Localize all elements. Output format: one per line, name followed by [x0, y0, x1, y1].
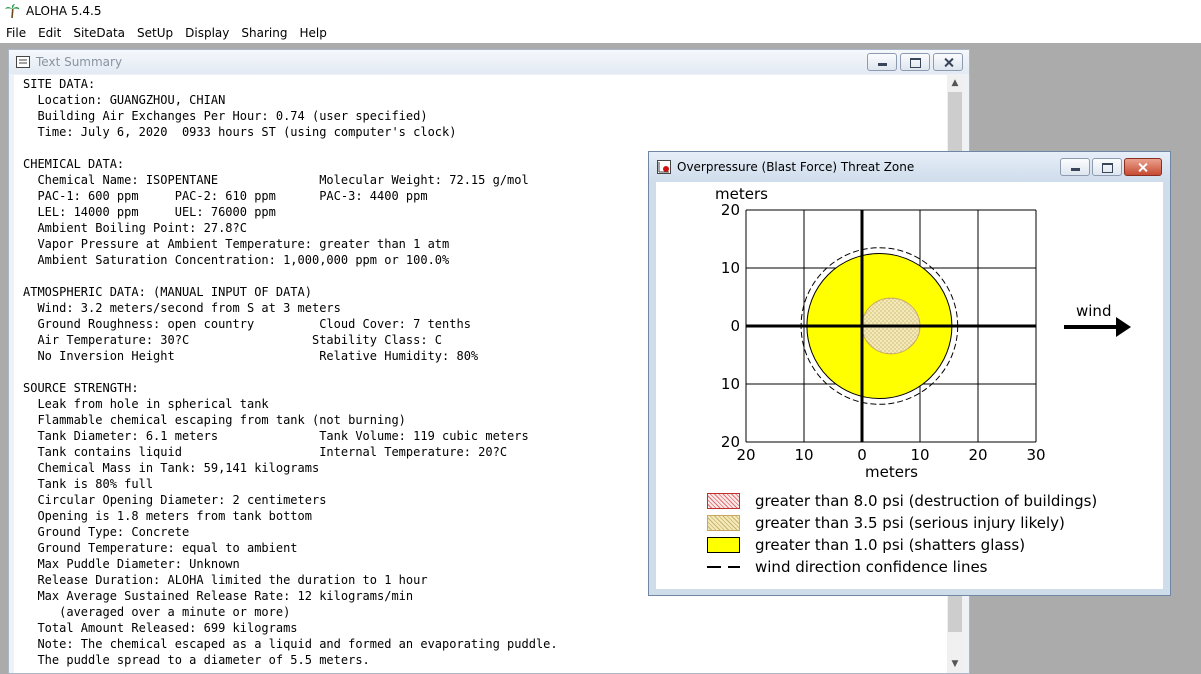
x-tick-label: 10 [910, 446, 929, 464]
close-button[interactable] [1124, 158, 1162, 176]
x-tick-label: 20 [736, 446, 755, 464]
aloha-palm-icon [5, 4, 20, 19]
maximize-button[interactable] [900, 53, 930, 71]
menubar: File Edit SiteData SetUp Display Sharing… [0, 22, 1201, 43]
text-summary-title: Text Summary [36, 55, 123, 69]
x-tick-label: 30 [1026, 446, 1045, 464]
scroll-up-arrow-icon[interactable]: ▲ [947, 75, 963, 92]
menu-sharing[interactable]: Sharing [235, 26, 293, 40]
text-summary-titlebar[interactable]: Text Summary [9, 50, 969, 74]
threat-zone-icon [657, 160, 671, 174]
threat-zone-window: Overpressure (Blast Force) Threat Zone m… [648, 151, 1171, 596]
glass-swatch [707, 537, 740, 553]
threat-zone-window-controls [1060, 158, 1162, 176]
menu-display[interactable]: Display [179, 26, 235, 40]
menu-edit[interactable]: Edit [32, 26, 67, 40]
menu-file[interactable]: File [0, 26, 32, 40]
legend-item-glass: greater than 1.0 psi (shatters glass) [707, 534, 1025, 556]
app-titlebar: ALOHA 5.4.5 [0, 0, 1201, 22]
x-tick-label: 10 [794, 446, 813, 464]
x-tick-label: 0 [857, 446, 867, 464]
legend-label: greater than 1.0 psi (shatters glass) [755, 536, 1026, 554]
y-tick-label: 10 [721, 375, 740, 393]
legend-label: greater than 8.0 psi (destruction of bui… [755, 492, 1098, 510]
threat-zone-plot-area: meters meters 20 10 0 10 20 20 10 0 10 20 30 wind … [656, 182, 1163, 589]
document-icon [16, 56, 30, 68]
wind-label: wind [1076, 302, 1111, 320]
legend-item-confidence-lines: wind direction confidence lines [707, 556, 988, 578]
menu-setup[interactable]: SetUp [131, 26, 179, 40]
scroll-down-arrow-icon[interactable]: ▼ [947, 656, 963, 673]
minimize-button[interactable] [1060, 158, 1090, 176]
legend-label: greater than 3.5 psi (serious injury lik… [755, 514, 1065, 532]
x-tick-label: 20 [968, 446, 987, 464]
legend-label: wind direction confidence lines [755, 558, 988, 576]
destruction-swatch [707, 493, 740, 509]
threat-zone-title: Overpressure (Blast Force) Threat Zone [677, 160, 915, 174]
plot-axes [746, 210, 1036, 442]
legend-item-destruction: greater than 8.0 psi (destruction of bui… [707, 490, 1097, 512]
y-tick-label: 10 [721, 259, 740, 277]
maximize-button[interactable] [1092, 158, 1122, 176]
x-axis-label: meters [865, 463, 918, 481]
threat-zone-titlebar[interactable]: Overpressure (Blast Force) Threat Zone [649, 152, 1170, 182]
y-tick-label: 20 [721, 201, 740, 219]
minimize-button[interactable] [867, 53, 897, 71]
menu-help[interactable]: Help [293, 26, 332, 40]
wind-arrow-icon [1064, 317, 1131, 337]
app-title: ALOHA 5.4.5 [26, 4, 102, 18]
legend-item-injury: greater than 3.5 psi (serious injury lik… [707, 512, 1065, 534]
close-button[interactable] [933, 53, 963, 71]
text-summary-window-controls [867, 53, 963, 71]
y-tick-label: 0 [730, 317, 740, 335]
confidence-lines-swatch [707, 559, 740, 575]
injury-swatch [707, 515, 740, 531]
menu-sitedata[interactable]: SiteData [67, 26, 131, 40]
